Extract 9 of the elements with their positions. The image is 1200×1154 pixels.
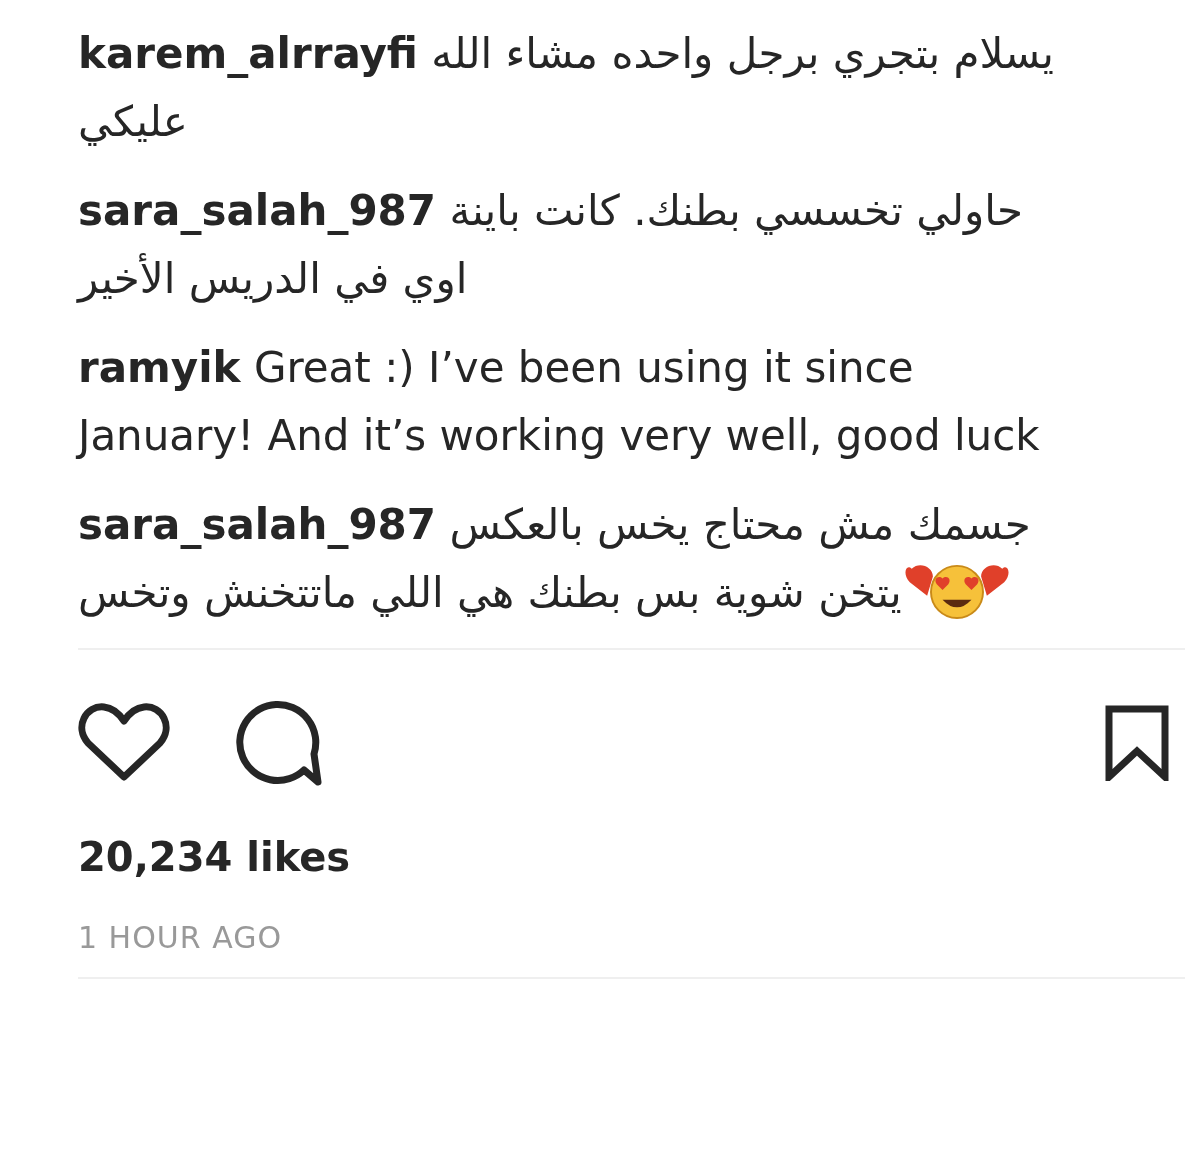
username-link[interactable]: sara_salah_987 bbox=[78, 500, 437, 549]
likes-count[interactable]: 20,234 likes bbox=[78, 834, 1185, 880]
username-link[interactable]: sara_salah_987 bbox=[78, 186, 437, 235]
heart-icon[interactable] bbox=[78, 703, 170, 783]
comment-icon[interactable] bbox=[234, 700, 322, 786]
username-link[interactable]: ramyik bbox=[78, 343, 241, 392]
username-link[interactable]: karem_alrrayfi bbox=[78, 29, 418, 78]
bookmark-icon[interactable] bbox=[1105, 705, 1169, 781]
post-timestamp: 1 HOUR AGO bbox=[78, 920, 283, 955]
